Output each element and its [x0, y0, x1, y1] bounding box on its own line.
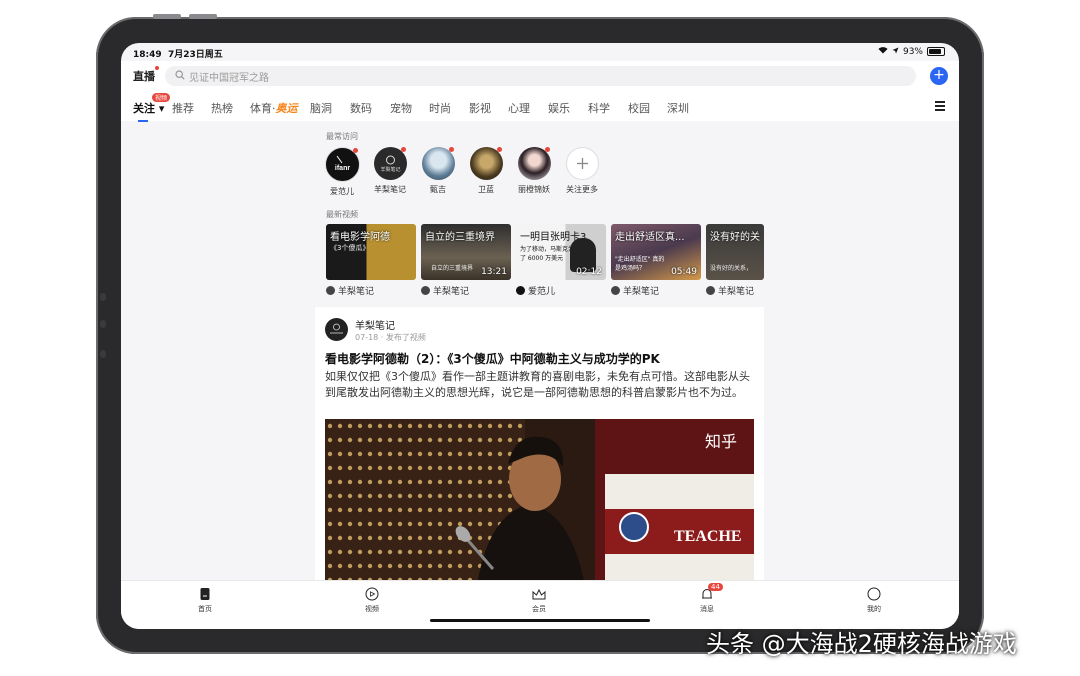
battery-percent: 93% — [902, 46, 923, 57]
live-button[interactable]: 直播 — [133, 66, 159, 84]
tab-science[interactable]: 科学 — [588, 100, 610, 116]
message-badge: 44 — [708, 583, 723, 591]
app-screen: 18:49 7月23日周五 93% 直播 见证中国冠军之路 + 关注 ▾ 视频 — [121, 43, 959, 629]
teacher-sign: TEACHE — [674, 528, 742, 545]
side-sensor — [100, 350, 106, 358]
location-icon — [892, 47, 899, 57]
post-title[interactable]: 看电影学阿德勒（2）：《3个傻瓜》中阿德勒主义与成功学的PK — [325, 350, 660, 367]
tab-follow[interactable]: 关注 ▾ — [133, 100, 164, 122]
channel-tabs: 关注 ▾ 视频 推荐 热榜 体育·奥运 脑洞 数码 宠物 时尚 影视 心理 娱乐… — [121, 91, 959, 122]
video-card[interactable]: 自立的三重境界 自立的三重境界 13:21 羊梨笔记 — [421, 224, 511, 297]
post-meta: 07-18 · 发布了视频 — [355, 333, 426, 342]
video-card[interactable]: 看电影学阿德 《3个傻瓜》 羊梨笔记 — [326, 224, 416, 297]
search-icon — [175, 69, 185, 83]
nav-messages[interactable]: 44 消息 — [677, 583, 737, 614]
menu-icon[interactable] — [935, 101, 945, 113]
frequent-name: 甄吉 — [430, 185, 446, 194]
tab-hot[interactable]: 热榜 — [211, 100, 233, 116]
status-time: 18:49 7月23日周五 — [133, 50, 223, 60]
search-input[interactable]: 见证中国冠军之路 — [165, 66, 916, 86]
yangli-logo: 羊梨笔记 — [380, 166, 400, 173]
avatar — [421, 147, 455, 180]
status-bar: 18:49 7月23日周五 93% — [121, 43, 959, 61]
profile-icon — [867, 587, 881, 601]
nav-home[interactable]: 首页 — [175, 587, 235, 614]
bell-icon: 44 — [700, 583, 723, 601]
nav-video[interactable]: 视频 — [342, 587, 402, 614]
tab-film[interactable]: 影视 — [469, 100, 491, 116]
tab-shenzhen[interactable]: 深圳 — [667, 100, 689, 116]
post-card[interactable]: 羊梨笔记 07-18 · 发布了视频 看电影学阿德勒（2）：《3个傻瓜》中阿德勒… — [315, 307, 764, 597]
video-source: 羊梨笔记 — [611, 284, 701, 297]
tab-psychology[interactable]: 心理 — [508, 100, 530, 116]
video-source: 爱范儿 — [516, 284, 606, 297]
video-icon — [365, 587, 379, 601]
source-watermark: 头条 @大海战2硬核海战游戏 — [706, 630, 1017, 658]
follow-badge: 视频 — [152, 93, 171, 102]
wifi-icon — [878, 46, 888, 57]
video-thumbnail: 走出舒适区真... "走出舒适区" 真的是鸡汤吗？ 05:49 — [611, 224, 701, 280]
author-avatar[interactable] — [325, 318, 348, 341]
tab-brain[interactable]: 脑洞 — [310, 100, 332, 116]
publish-button[interactable]: + — [930, 67, 948, 85]
nav-vip[interactable]: 会员 — [509, 587, 569, 614]
side-sensor — [100, 293, 106, 301]
frequent-name: 关注更多 — [566, 185, 598, 194]
frequent-name: 卫蓝 — [478, 185, 494, 194]
live-dot — [155, 66, 159, 70]
bottom-nav: 首页 视频 会员 44 消息 我的 — [121, 580, 959, 629]
tab-recommend[interactable]: 推荐 — [172, 100, 194, 116]
video-thumbnail: 没有好的关 没有好的关系， — [706, 224, 764, 280]
tab-digital[interactable]: 数码 — [350, 100, 372, 116]
zhihu-watermark: 知乎 — [705, 432, 737, 451]
home-icon — [198, 587, 212, 601]
tab-entertainment[interactable]: 娱乐 — [548, 100, 570, 116]
frequent-name: 爱范儿 — [330, 187, 354, 196]
add-icon — [565, 147, 599, 180]
video-thumbnail: 一明目张明卡3 为了移动，马斯克为了 6000 万美元 02:12 — [516, 224, 606, 280]
tab-pets[interactable]: 宠物 — [390, 100, 412, 116]
video-card[interactable]: 一明目张明卡3 为了移动，马斯克为了 6000 万美元 02:12 爱范儿 — [516, 224, 606, 297]
follow-more-button[interactable]: 关注更多 — [558, 147, 606, 195]
frequent-item[interactable]: 羊梨笔记 羊梨笔记 — [366, 147, 414, 195]
avatar — [469, 147, 503, 180]
post-description: 如果仅仅把《3个傻瓜》看作一部主题讲教育的喜剧电影，未免有点可惜。这部电影从头到… — [325, 370, 750, 399]
author-name[interactable]: 羊梨笔记 — [355, 317, 395, 332]
frequent-item[interactable]: 丽橙锦妖 — [510, 147, 558, 195]
tab-sports[interactable]: 体育·奥运 — [250, 100, 298, 116]
power-button — [189, 14, 217, 19]
tab-campus[interactable]: 校园 — [628, 100, 650, 116]
frequent-item[interactable]: ifanr 爱范儿 — [318, 147, 366, 197]
video-source: 羊梨笔记 — [421, 284, 511, 297]
crown-icon — [532, 587, 546, 601]
search-placeholder: 见证中国冠军之路 — [189, 72, 269, 84]
video-thumbnail: 看电影学阿德 《3个傻瓜》 — [326, 224, 416, 280]
video-thumbnail: 自立的三重境界 自立的三重境界 13:21 — [421, 224, 511, 280]
avatar: 羊梨笔记 — [373, 147, 407, 180]
post-image[interactable]: TEACHE 知乎 — [325, 419, 754, 597]
side-sensor — [100, 320, 106, 328]
avatar: ifanr — [324, 147, 360, 182]
frequent-name: 丽橙锦妖 — [518, 185, 550, 194]
ifanr-logo: ifanr — [334, 165, 349, 172]
video-card[interactable]: 没有好的关 没有好的关系， 羊梨笔记 — [706, 224, 764, 297]
frequent-name: 羊梨笔记 — [374, 185, 406, 194]
top-bar: 直播 见证中国冠军之路 + — [121, 61, 959, 91]
frequent-item[interactable]: 卫蓝 — [462, 147, 510, 195]
avatar — [517, 147, 551, 180]
frequent-item[interactable]: 甄吉 — [414, 147, 462, 195]
frequent-label: 最常访问 — [326, 132, 358, 141]
volume-button — [153, 14, 181, 19]
latest-videos-label: 最新视频 — [326, 210, 358, 219]
video-card[interactable]: 走出舒适区真... "走出舒适区" 真的是鸡汤吗？ 05:49 羊梨笔记 — [611, 224, 701, 297]
battery-icon — [927, 47, 945, 56]
home-indicator[interactable] — [430, 619, 650, 622]
video-source: 羊梨笔记 — [326, 284, 416, 297]
tab-fashion[interactable]: 时尚 — [429, 100, 451, 116]
nav-profile[interactable]: 我的 — [844, 587, 904, 614]
video-source: 羊梨笔记 — [706, 284, 764, 297]
